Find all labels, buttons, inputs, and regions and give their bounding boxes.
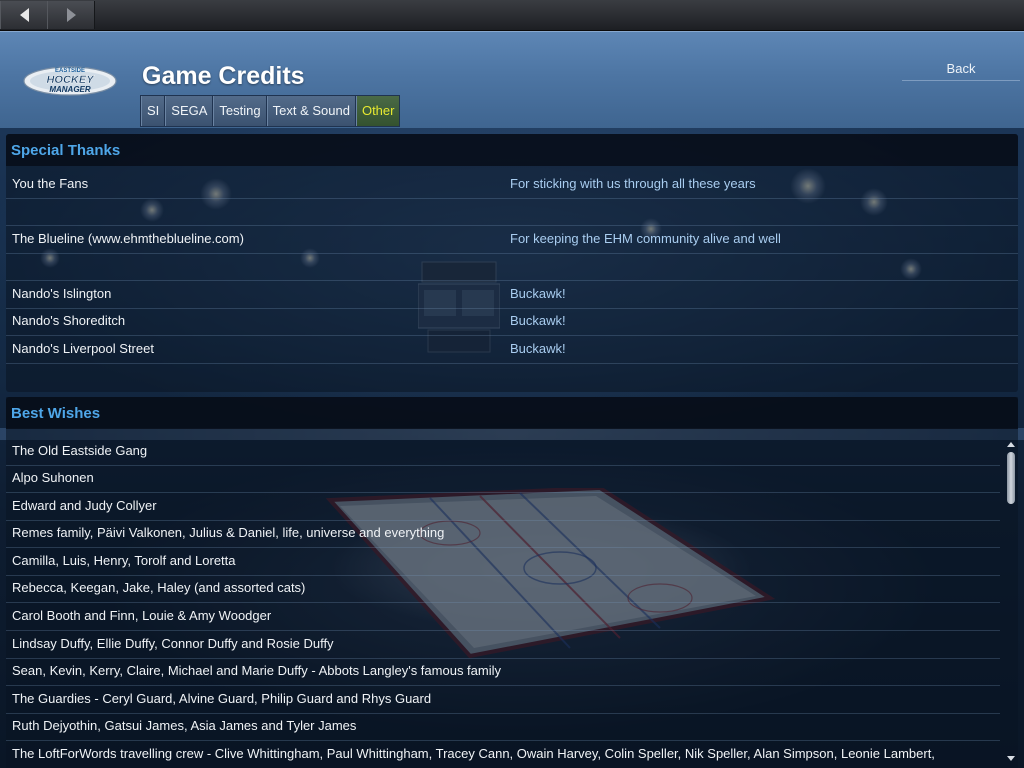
credit-name: The Blueline (www.ehmtheblueline.com) (12, 231, 244, 246)
top-navigation-bar (0, 0, 1024, 31)
credit-name: Nando's Islington (12, 286, 112, 301)
arrow-right-icon (66, 8, 76, 22)
back-button[interactable]: Back (902, 58, 1020, 81)
logo-text-bot: MANAGER (49, 85, 91, 94)
credit-reason: For keeping the EHM community alive and … (510, 231, 781, 246)
back-nav-button[interactable] (0, 1, 48, 29)
tab-text-sound[interactable]: Text & Sound (266, 96, 356, 126)
arrow-left-icon (19, 8, 29, 22)
credit-row: You the Fans For sticking with us throug… (6, 171, 1018, 199)
tab-other[interactable]: Other (355, 96, 400, 126)
list-item: The Guardies - Ceryl Guard, Alvine Guard… (6, 686, 1000, 714)
wish-name: Alpo Suhonen (12, 470, 94, 485)
special-thanks-title: Special Thanks (11, 142, 121, 159)
wish-name: Rebecca, Keegan, Jake, Haley (and assort… (12, 580, 306, 595)
wish-name: Remes family, Päivi Valkonen, Julius & D… (12, 525, 445, 540)
wish-name: Sean, Kevin, Kerry, Claire, Michael and … (12, 663, 501, 678)
wish-name: Edward and Judy Collyer (12, 498, 157, 513)
special-thanks-header: Special Thanks (6, 134, 1018, 166)
list-item: Alpo Suhonen (6, 465, 1000, 493)
forward-nav-button[interactable] (47, 1, 95, 29)
best-wishes-scrollbar[interactable] (1005, 440, 1017, 768)
tab-sega[interactable]: SEGA (165, 96, 214, 126)
credit-name: Nando's Liverpool Street (12, 341, 154, 356)
page-title: Game Credits (142, 62, 305, 90)
tab-si[interactable]: SI (141, 96, 166, 126)
credit-reason: Buckawk! (510, 341, 566, 356)
list-item: Carol Booth and Finn, Louie & Amy Woodge… (6, 603, 1000, 631)
credit-row: The Blueline (www.ehmtheblueline.com) Fo… (6, 226, 1018, 254)
credit-name: Nando's Shoreditch (12, 313, 126, 328)
list-item: Lindsay Duffy, Ellie Duffy, Connor Duffy… (6, 631, 1000, 659)
list-item: The Old Eastside Gang (6, 438, 1000, 466)
list-item: Rebecca, Keegan, Jake, Haley (and assort… (6, 575, 1000, 603)
wish-name: Carol Booth and Finn, Louie & Amy Woodge… (12, 608, 272, 623)
credit-reason: For sticking with us through all these y… (510, 176, 756, 191)
credit-row: Nando's Liverpool Street Buckawk! (6, 336, 1018, 364)
wish-name: The Old Eastside Gang (12, 443, 148, 458)
special-thanks-panel: Special Thanks You the Fans For sticking… (6, 134, 1018, 392)
credit-row: Nando's Islington Buckawk! (6, 281, 1018, 309)
wish-name: Lindsay Duffy, Ellie Duffy, Connor Duffy… (12, 636, 334, 651)
best-wishes-panel: Best Wishes The Old Eastside Gang Alpo S… (6, 397, 1018, 768)
wish-name: Ruth Dejyothin, Gatsui James, Asia James… (12, 718, 357, 733)
credit-row (6, 253, 1018, 281)
list-item: Camilla, Luis, Henry, Torolf and Loretta (6, 548, 1000, 576)
credits-tab-bar: SI SEGA Testing Text & Sound Other (140, 95, 401, 127)
best-wishes-header: Best Wishes (6, 397, 1018, 429)
list-item: Ruth Dejyothin, Gatsui James, Asia James… (6, 713, 1000, 741)
tab-testing[interactable]: Testing (213, 96, 267, 126)
ehm-logo: EASTSIDE HOCKEY MANAGER (23, 66, 117, 96)
credit-name: You the Fans (12, 176, 89, 191)
credit-reason: Buckawk! (510, 313, 566, 328)
credit-row (6, 198, 1018, 226)
wish-name: The LoftForWords travelling crew - Clive… (12, 746, 935, 761)
list-item: The LoftForWords travelling crew - Clive… (6, 741, 1000, 768)
credit-reason: Buckawk! (510, 286, 566, 301)
wish-name: The Guardies - Ceryl Guard, Alvine Guard… (12, 691, 432, 706)
list-item: Edward and Judy Collyer (6, 493, 1000, 521)
list-item: Sean, Kevin, Kerry, Claire, Michael and … (6, 658, 1000, 686)
best-wishes-title: Best Wishes (11, 405, 101, 422)
wish-name: Camilla, Luis, Henry, Torolf and Loretta (12, 553, 236, 568)
scroll-thumb[interactable] (1007, 452, 1015, 504)
page-header: EASTSIDE HOCKEY MANAGER Game Credits SI … (0, 31, 1024, 129)
app-window: EASTSIDE HOCKEY MANAGER Game Credits SI … (0, 0, 1024, 768)
scroll-up-icon[interactable] (1007, 442, 1015, 447)
list-item: Remes family, Päivi Valkonen, Julius & D… (6, 520, 1000, 548)
credit-row: Nando's Shoreditch Buckawk! (6, 308, 1018, 336)
scroll-down-icon[interactable] (1007, 756, 1015, 761)
